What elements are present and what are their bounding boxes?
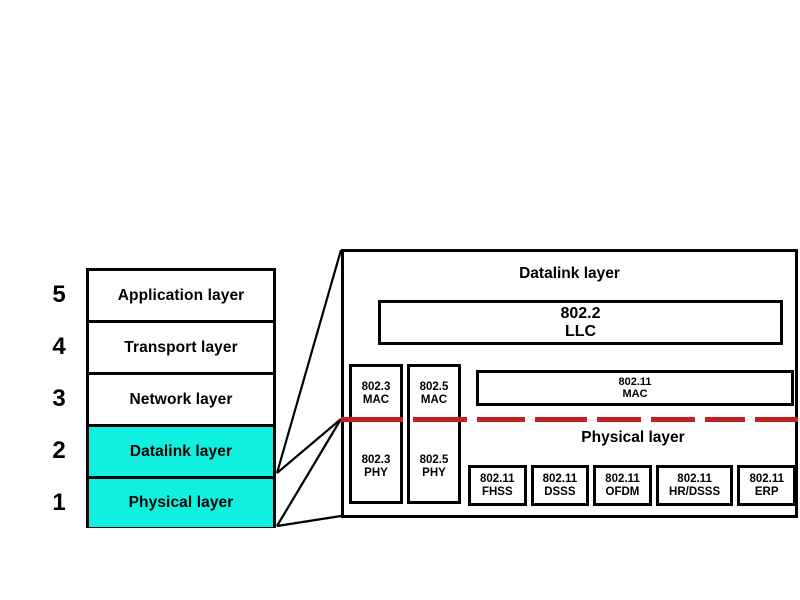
box-802-11-ofdm-line2: OFDM [605, 485, 640, 498]
box-802-3-mac-line1: 802.3 [361, 380, 391, 393]
detail-panel: Datalink layer 802.2 LLC 802.3 MAC 802.3… [341, 249, 798, 518]
detail-panel-physical-title: Physical layer [581, 429, 685, 446]
box-802-11-mac: 802.11 MAC [476, 370, 794, 406]
osi-layer-application: Application layer [89, 271, 273, 323]
connector-datalink-top [275, 249, 343, 474]
osi-stack: Application layer Transport layer Networ… [86, 268, 276, 528]
box-802-11-dsss-line2: DSSS [544, 485, 576, 498]
osi-layer-datalink-label: Datalink layer [129, 442, 233, 460]
box-802-5-phy: 802.5 PHY [410, 439, 458, 495]
llc-box: 802.2 LLC [378, 300, 783, 345]
box-802-11-erp-line1: 802.11 [749, 472, 784, 485]
box-802-5-mac: 802.5 MAC [410, 367, 458, 420]
osi-layer-network: Network layer [89, 375, 273, 427]
osi-layer-transport-label: Transport layer [124, 338, 238, 356]
box-802-5-mac-line2: MAC [420, 393, 448, 406]
connector-physical-bottom [276, 514, 342, 528]
column-802-3: 802.3 MAC 802.3 PHY [349, 364, 403, 504]
column-802-5: 802.5 MAC 802.5 PHY [407, 364, 461, 504]
diagram-canvas: 5 4 3 2 1 Application layer Transport la… [0, 0, 800, 600]
box-802-3-phy-line1: 802.3 [361, 454, 391, 467]
box-802-11-fhss-line2: FHSS [481, 485, 513, 498]
box-802-11-fhss: 802.11 FHSS [468, 465, 527, 506]
osi-layer-number-1: 1 [52, 489, 66, 516]
box-802-11-ofdm-line1: 802.11 [605, 472, 640, 485]
box-802-5-mac-line1: 802.5 [419, 380, 449, 393]
osi-layer-application-label: Application layer [117, 286, 245, 304]
box-802-3-phy: 802.3 PHY [352, 439, 400, 495]
connector-physical-top [276, 418, 342, 527]
box-802-11-erp-line2: ERP [754, 485, 779, 498]
box-802-11-hr-dsss-line1: 802.11 [677, 472, 712, 485]
connector-datalink-bottom [276, 418, 342, 474]
osi-layer-datalink: Datalink layer [89, 427, 273, 479]
osi-layer-physical: Physical layer [89, 479, 273, 527]
osi-layer-number-5: 5 [52, 281, 66, 308]
box-802-11-hr-dsss-line2: HR/DSSS [669, 485, 721, 498]
box-802-3-mac-line2: MAC [362, 393, 390, 406]
osi-layer-network-label: Network layer [129, 390, 233, 408]
box-802-5-phy-line1: 802.5 [419, 454, 449, 467]
box-802-11-mac-line1: 802.11 [618, 375, 652, 388]
box-802-11-hr-dsss: 802.11 HR/DSSS [655, 465, 734, 506]
box-802-5-phy-line2: PHY [422, 467, 446, 479]
box-802-3-mac: 802.3 MAC [352, 367, 400, 420]
phy-variant-row: 802.11 FHSS 802.11 DSSS 802.11 OFDM 802.… [468, 465, 796, 506]
box-802-11-ofdm: 802.11 OFDM [593, 465, 652, 506]
box-802-11-dsss: 802.11 DSSS [530, 465, 590, 506]
llc-box-line2: LLC [564, 322, 597, 340]
box-802-11-erp: 802.11 ERP [737, 465, 796, 506]
box-802-11-dsss-line1: 802.11 [542, 472, 578, 485]
detail-panel-datalink-title: Datalink layer [519, 265, 620, 282]
osi-layer-transport: Transport layer [89, 323, 273, 375]
osi-layer-number-2: 2 [52, 437, 66, 464]
box-802-11-mac-line2: MAC [622, 388, 648, 400]
osi-layer-physical-label: Physical layer [128, 494, 234, 511]
box-802-3-phy-line2: PHY [364, 467, 388, 479]
osi-layer-number-4: 4 [52, 333, 66, 360]
box-802-11-fhss-line1: 802.11 [480, 472, 515, 485]
osi-layer-number-3: 3 [52, 385, 66, 412]
llc-box-line1: 802.2 [560, 305, 601, 323]
